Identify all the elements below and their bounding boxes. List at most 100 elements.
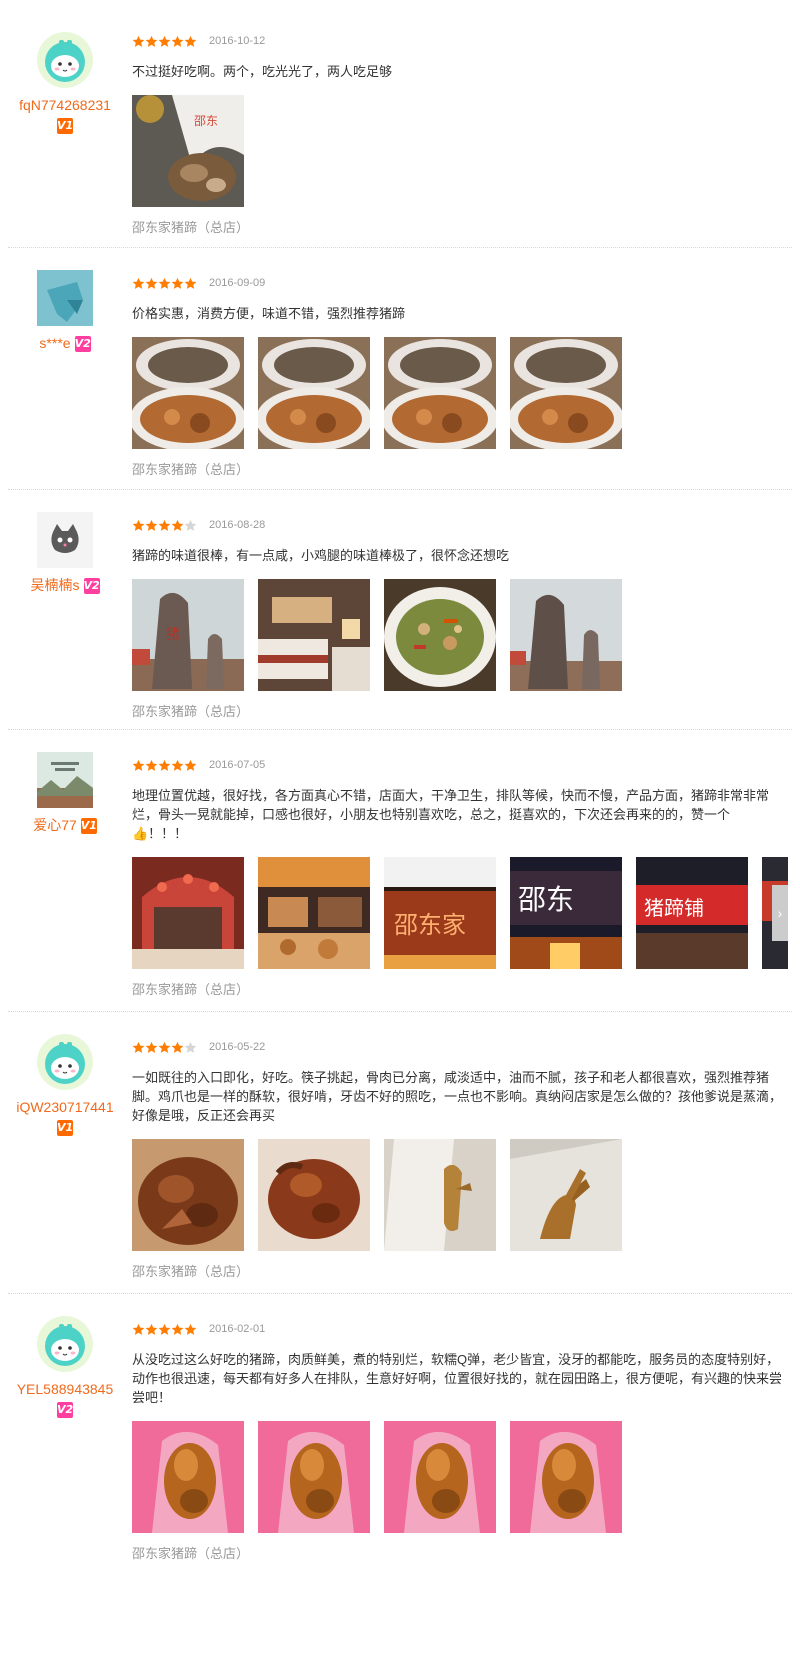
star-icon <box>145 519 158 531</box>
shop-name[interactable]: 邵东家猪蹄（总店） <box>132 1263 788 1281</box>
photo-gallery <box>132 1139 788 1251</box>
review-photo[interactable] <box>384 1421 496 1533</box>
review-date: 2016-05-22 <box>209 1041 266 1053</box>
avatar[interactable] <box>37 512 93 568</box>
landscape-avatar-icon <box>37 752 93 808</box>
svg-text:猪: 猪 <box>166 627 180 643</box>
photo-gallery <box>132 337 788 449</box>
review-content: 2016-07-05 地理位置优越，很好找，各方面真心不错，店面大，干净卫生，排… <box>132 756 788 999</box>
star-icon <box>145 1041 158 1053</box>
review-photo[interactable] <box>258 337 370 449</box>
shop-sign-photo-icon: 邵东 <box>510 857 622 969</box>
mascot-avatar-icon <box>45 1324 85 1366</box>
hotel-photo-icon <box>258 579 370 691</box>
review-photo[interactable] <box>384 337 496 449</box>
username[interactable]: 吴楠楠s <box>31 577 80 593</box>
shop-name[interactable]: 邵东家猪蹄（总店） <box>132 1545 788 1563</box>
storefront-photo-icon <box>132 857 244 969</box>
username[interactable]: 爱心77 <box>33 817 77 833</box>
review-photo[interactable] <box>510 337 622 449</box>
avatar[interactable] <box>37 1034 93 1090</box>
landmark-photo-icon: 猪 <box>132 579 244 691</box>
review-photo[interactable] <box>132 1139 244 1251</box>
review-photo[interactable]: 邵东 <box>132 95 244 207</box>
review-photo[interactable] <box>132 1421 244 1533</box>
star-rating <box>132 519 197 532</box>
star-icon <box>145 759 158 771</box>
review-photo[interactable]: 猪蹄铺 <box>636 857 748 969</box>
signboard-photo-icon: 邵东家 <box>384 857 496 969</box>
star-icon <box>132 277 145 289</box>
review-date: 2016-09-09 <box>209 277 266 289</box>
food-photo-icon <box>132 1139 244 1251</box>
review-photo[interactable] <box>510 1139 622 1251</box>
shop-name[interactable]: 邵东家猪蹄（总店） <box>132 703 788 721</box>
review-content: 2016-08-28 猪蹄的味道很棒，有一点咸，小鸡腿的味道棒极了，很怀念还想吃… <box>132 516 788 721</box>
review-photo[interactable] <box>258 1421 370 1533</box>
star-icon <box>132 519 145 531</box>
vip-badge-icon: V2 <box>83 577 100 594</box>
review-text: 地理位置优越，很好找，各方面真心不错，店面大，干净卫生，排队等候，快而不慢，产品… <box>132 788 770 841</box>
review-date: 2016-02-01 <box>209 1323 266 1335</box>
review-photo[interactable]: 邵东 <box>510 857 622 969</box>
star-icon <box>171 519 184 531</box>
svg-text:猪蹄铺: 猪蹄铺 <box>644 896 704 920</box>
review-photo[interactable]: 邵东家 <box>384 857 496 969</box>
photo-gallery: 邵东 <box>132 95 788 207</box>
food-photo-icon <box>384 1421 496 1533</box>
vip-badge-icon: V2 <box>74 335 91 352</box>
food-photo-icon <box>258 337 370 449</box>
vip-badge-icon: V2 <box>57 1402 74 1418</box>
food-photo-icon <box>132 337 244 449</box>
username[interactable]: s***e <box>39 335 70 351</box>
star-icon <box>158 277 171 289</box>
review-item: s***e V2 2016-09-09 价格实惠，消费方便，味道不错，强烈推荐猪蹄 <box>8 248 792 490</box>
avatar[interactable] <box>37 1316 93 1372</box>
star-icon <box>171 277 184 289</box>
reviewer-info: s***e V2 <box>8 270 122 353</box>
reviewer-info: 吴楠楠s V2 <box>8 512 122 595</box>
star-rating <box>132 277 197 290</box>
avatar[interactable] <box>37 270 93 326</box>
review-content: 2016-05-22 一如既往的入口即化，好吃。筷子挑起，骨肉已分离，咸淡适中，… <box>132 1038 788 1281</box>
star-icon <box>184 759 197 771</box>
review-photo[interactable] <box>258 857 370 969</box>
avatar[interactable] <box>37 752 93 808</box>
review-photo[interactable] <box>258 1139 370 1251</box>
reviewer-info: 爱心77 V1 <box>8 752 122 835</box>
food-photo-icon <box>384 1139 496 1251</box>
shop-name[interactable]: 邵东家猪蹄（总店） <box>132 461 788 479</box>
review-photo[interactable] <box>258 579 370 691</box>
star-icon <box>145 35 158 47</box>
review-item: 吴楠楠s V2 2016-08-28 猪蹄的味道很棒，有一点咸，小鸡腿的味道棒极了… <box>8 490 792 730</box>
username[interactable]: YEL588943845 <box>8 1380 122 1398</box>
star-icon <box>158 519 171 531</box>
review-photo[interactable] <box>510 579 622 691</box>
username[interactable]: iQW230717441 <box>8 1098 122 1116</box>
photo-avatar-icon <box>37 270 93 326</box>
review-photo[interactable]: 猪 <box>132 579 244 691</box>
review-photo[interactable] <box>384 1139 496 1251</box>
avatar[interactable] <box>37 32 93 88</box>
star-icon <box>158 1323 171 1335</box>
review-photo[interactable] <box>132 337 244 449</box>
chevron-right-icon[interactable]: › <box>772 885 788 941</box>
shop-name[interactable]: 邵东家猪蹄（总店） <box>132 981 788 999</box>
review-photo[interactable] <box>384 579 496 691</box>
shop-name[interactable]: 邵东家猪蹄（总店） <box>132 219 788 237</box>
photo-gallery: 邵东家 邵东 猪蹄铺 › <box>132 857 788 969</box>
mascot-avatar-icon <box>45 1042 85 1084</box>
review-photo[interactable] <box>510 1421 622 1533</box>
food-photo-icon <box>510 1421 622 1533</box>
star-rating <box>132 35 197 48</box>
star-icon <box>132 759 145 771</box>
review-photo[interactable] <box>132 857 244 969</box>
food-photo-icon <box>384 337 496 449</box>
food-photo-icon <box>258 1139 370 1251</box>
star-icon <box>158 759 171 771</box>
photo-gallery: 猪 <box>132 579 788 691</box>
reviewer-info: YEL588943845 V2 <box>8 1316 122 1418</box>
username[interactable]: fqN774268231 <box>8 96 122 114</box>
counter-photo-icon <box>258 857 370 969</box>
food-photo-icon <box>132 1421 244 1533</box>
